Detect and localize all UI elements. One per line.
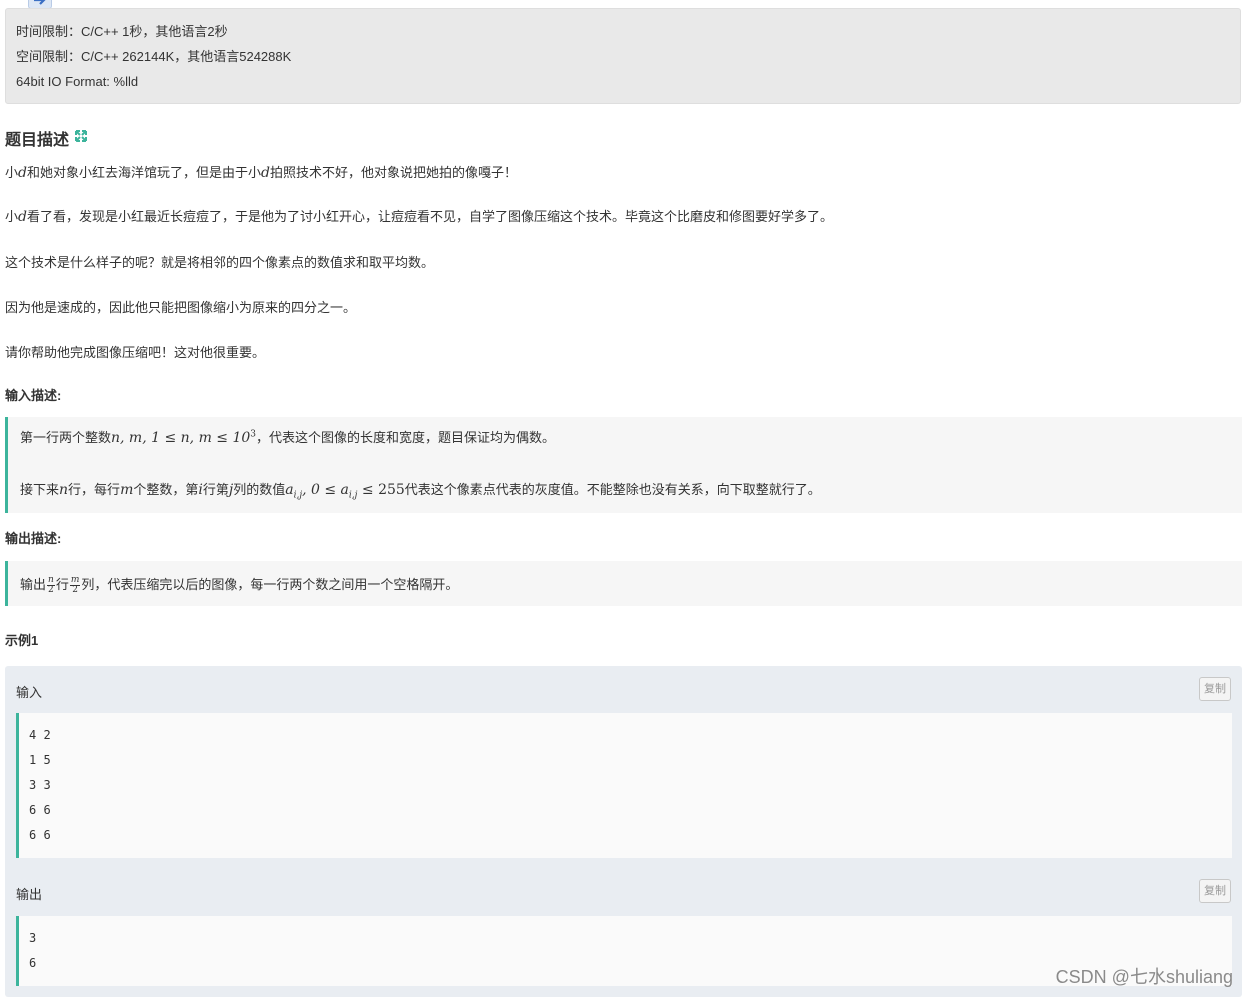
code-line: 6 6 — [29, 828, 51, 842]
description-paragraph-4: 因为他是速成的，因此他只能把图像缩小为原来的四分之一。 — [5, 300, 357, 315]
space-limit: 空间限制：C/C++ 262144K，其他语言524288K — [16, 49, 292, 64]
example-input-label: 输入 — [16, 685, 43, 700]
input-line-2: 接下来n行，每行m个整数，第i行第j列的数值ai,j, 0 ≤ ai,j ≤ 2… — [20, 482, 821, 501]
description-paragraph-5: 请你帮助他完成图像压缩吧！这对他很重要。 — [5, 345, 266, 360]
time-limit: 时间限制：C/C++ 1秒，其他语言2秒 — [16, 24, 228, 39]
output-line-1: 输出 n 2 行 m 2 列，代表压缩完以后的图像，每一行两个数之间用一个空格隔开。 — [20, 575, 459, 596]
example-output-code: 3 6 — [16, 916, 1232, 986]
expand-icon[interactable] — [74, 129, 88, 148]
description-paragraph-2: 小d看了看，发现是小红最近长痘痘了，于是他为了讨小红开心，让痘痘看不见，自学了图… — [5, 209, 833, 225]
output-description-title: 输出描述: — [5, 531, 62, 546]
code-line: 4 2 — [29, 728, 51, 742]
code-line: 6 6 — [29, 803, 51, 817]
example-output-label: 输出 — [16, 887, 43, 902]
example-panel: 输入 复制 4 2 1 5 3 3 6 6 6 6 输出 复制 3 6 — [5, 666, 1242, 997]
code-line: 3 3 — [29, 778, 51, 792]
code-line: 6 — [29, 956, 37, 970]
example-title: 示例1 — [5, 633, 39, 648]
code-line: 3 — [29, 931, 37, 945]
input-description-block: 第一行两个整数n, m, 1 ≤ n, m ≤ 103，代表这个图像的长度和宽度… — [5, 417, 1242, 513]
description-paragraph-1: 小d和她对象小红去海洋馆玩了，但是由于小d拍照技术不好，他对象说把她拍的像嘎子！ — [5, 165, 517, 181]
example-input-code: 4 2 1 5 3 3 6 6 6 6 — [16, 713, 1232, 858]
io-format: 64bit IO Format: %lld — [16, 74, 139, 89]
limits-panel: 时间限制：C/C++ 1秒，其他语言2秒 空间限制：C/C++ 262144K，… — [5, 8, 1241, 104]
description-title: 题目描述 — [5, 126, 88, 150]
code-line: 1 5 — [29, 753, 51, 767]
input-description-title: 输入描述: — [5, 388, 62, 403]
output-description-block: 输出 n 2 行 m 2 列，代表压缩完以后的图像，每一行两个数之间用一个空格隔开。 — [5, 561, 1242, 606]
copy-output-button[interactable]: 复制 — [1199, 879, 1231, 903]
description-paragraph-3: 这个技术是什么样子的呢？就是将相邻的四个像素点的数值求和取平均数。 — [5, 255, 435, 270]
copy-input-button[interactable]: 复制 — [1199, 677, 1231, 701]
input-line-1: 第一行两个整数n, m, 1 ≤ n, m ≤ 103，代表这个图像的长度和宽度… — [20, 429, 556, 446]
csdn-watermark: CSDN @七水shuliang — [1055, 967, 1233, 987]
